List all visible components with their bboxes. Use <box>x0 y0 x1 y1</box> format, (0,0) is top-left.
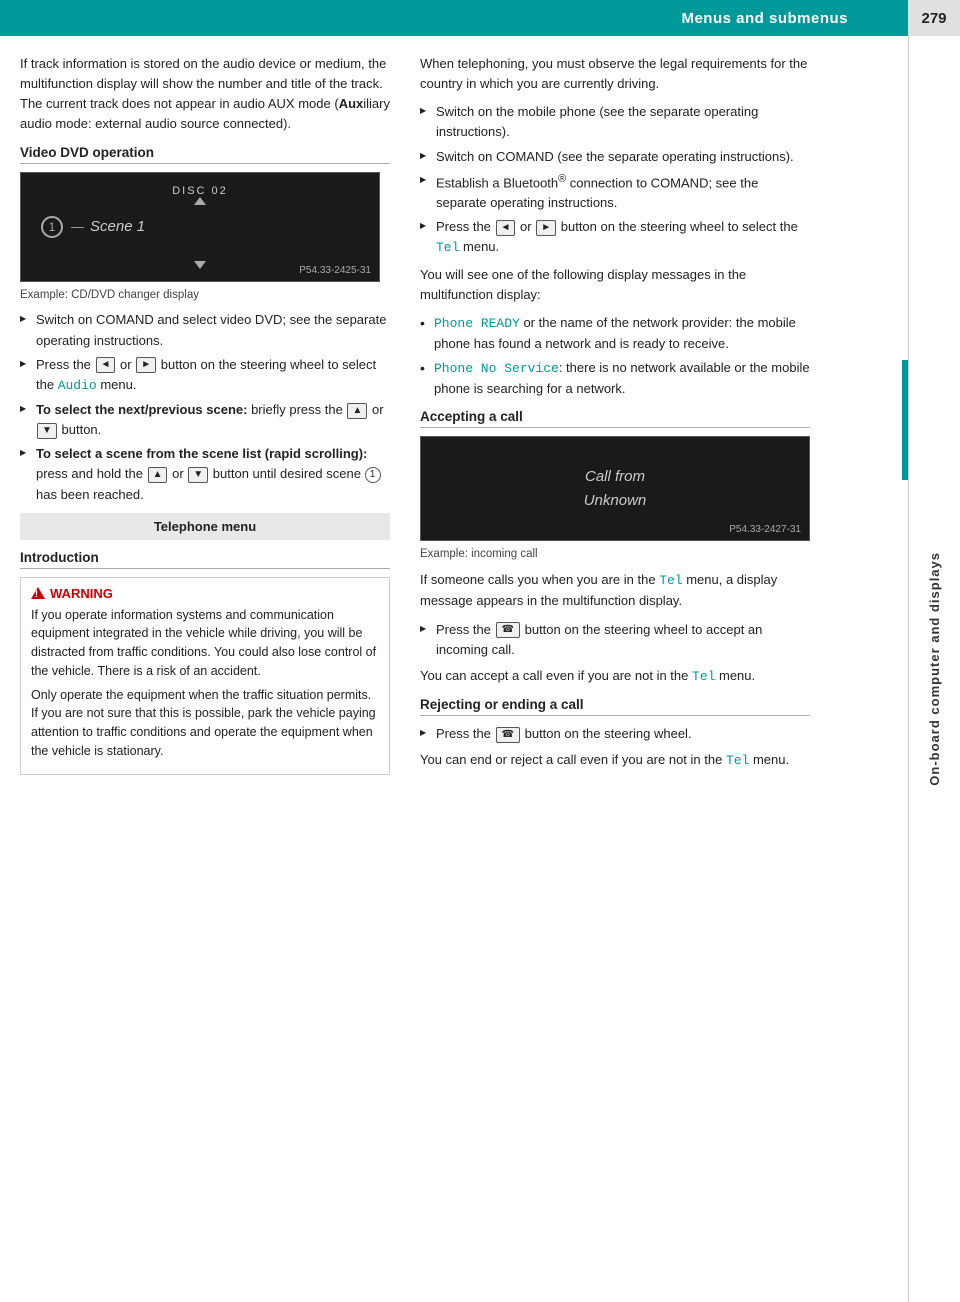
dvd-disc-label: DISC 02 <box>172 185 228 197</box>
bullet-item-4: To select a scene from the scene list (r… <box>20 444 390 504</box>
accepting-bullets: Press the ☎ button on the steering wheel… <box>420 620 810 660</box>
warning-label: WARNING <box>50 586 113 601</box>
left-column: If track information is stored on the au… <box>20 54 410 783</box>
display-msg-intro: You will see one of the following displa… <box>420 265 810 305</box>
warning-triangle-icon <box>31 587 45 599</box>
right-intro-paragraph: When telephoning, you must observe the l… <box>420 54 810 94</box>
dot-bullet-list: Phone READY or the name of the network p… <box>420 313 810 400</box>
video-dvd-heading: Video DVD operation <box>20 145 390 164</box>
call-display-text: Call from Unknown <box>584 465 647 513</box>
header-title: Menus and submenus <box>0 10 908 27</box>
video-dvd-bullets: Switch on COMAND and select video DVD; s… <box>20 310 390 504</box>
up-button-icon: ▲ <box>347 403 367 419</box>
tel-menu-label-1: Tel <box>436 240 459 255</box>
dvd-display: DISC 02 1 — Scene 1 P54.33-2425-31 <box>20 172 380 282</box>
warning-para-2: Only operate the equipment when the traf… <box>31 686 379 761</box>
next-button-icon: ► <box>136 357 156 373</box>
warning-para-1: If you operate information systems and c… <box>31 606 379 681</box>
up-hold-button-icon: ▲ <box>148 467 168 483</box>
bullet-item-3: To select the next/previous scene: brief… <box>20 400 390 440</box>
phone-no-service-label: Phone No Service <box>434 361 559 376</box>
reject-bullet-1: Press the ☎ button on the steering wheel… <box>420 724 810 744</box>
accepting-para-1: If someone calls you when you are in the… <box>420 570 810 611</box>
header-bar: Menus and submenus 279 <box>0 0 960 36</box>
bullet-item-2: Press the ◄ or ► button on the steering … <box>20 355 390 396</box>
call-caption: Example: incoming call <box>420 546 810 564</box>
dvd-caption: Example: CD/DVD changer display <box>20 287 390 305</box>
down-button-icon: ▼ <box>37 423 57 439</box>
call-display: Call from Unknown P54.33-2427-31 <box>420 436 810 541</box>
rejecting-bullets: Press the ☎ button on the steering wheel… <box>420 724 810 744</box>
right-steer-button-icon: ► <box>536 220 556 236</box>
sidebar-label-text: On-board computer and displays <box>927 552 942 786</box>
dvd-scene-row: 1 — Scene 1 <box>21 216 379 238</box>
down-hold-button-icon: ▼ <box>188 467 208 483</box>
right-bullet-2: Switch on COMAND (see the separate opera… <box>420 147 810 167</box>
tel-menu-label-2: Tel <box>659 573 682 588</box>
dvd-scene-number: 1 <box>41 216 63 238</box>
aux-bold: Aux <box>339 96 364 111</box>
main-content: If track information is stored on the au… <box>0 36 908 783</box>
rejecting-para: You can end or reject a call even if you… <box>420 750 810 771</box>
left-steer-button-icon: ◄ <box>496 220 516 236</box>
warning-box: WARNING If you operate information syste… <box>20 577 390 775</box>
bullet-item-1: Switch on COMAND and select video DVD; s… <box>20 310 390 350</box>
tel-menu-label-3: Tel <box>692 669 715 684</box>
call-unknown-line: Unknown <box>584 492 647 509</box>
right-bullet-4: Press the ◄ or ► button on the steering … <box>420 217 810 258</box>
telephone-menu-label: Telephone menu <box>20 513 390 540</box>
introduction-heading: Introduction <box>20 550 390 569</box>
dvd-up-arrow-icon <box>194 197 206 205</box>
end-call-button-icon: ☎ <box>496 727 520 743</box>
dot-bullet-1: Phone READY or the name of the network p… <box>420 313 810 354</box>
page-number: 279 <box>908 0 960 36</box>
right-bullet-1: Switch on the mobile phone (see the sepa… <box>420 102 810 142</box>
prev-button-icon: ◄ <box>96 357 116 373</box>
dvd-ref: P54.33-2425-31 <box>299 265 371 276</box>
audio-menu-label: Audio <box>58 378 97 393</box>
dvd-dash: — <box>71 219 84 234</box>
right-bullet-3: Establish a Bluetooth® connection to COM… <box>420 171 810 214</box>
accept-call-button-icon: ☎ <box>496 622 520 638</box>
sidebar-label: On-board computer and displays <box>908 36 960 1302</box>
call-from-line: Call from <box>585 468 645 485</box>
dvd-down-arrow-icon <box>194 261 206 269</box>
warning-title: WARNING <box>31 586 379 601</box>
call-ref: P54.33-2427-31 <box>729 524 801 535</box>
dvd-scene-label: Scene 1 <box>90 218 145 235</box>
accept-bullet-1: Press the ☎ button on the steering wheel… <box>420 620 810 660</box>
accepting-para-2: You can accept a call even if you are no… <box>420 666 810 687</box>
intro-paragraph: If track information is stored on the au… <box>20 54 390 135</box>
accepting-call-heading: Accepting a call <box>420 409 810 428</box>
rejecting-heading: Rejecting or ending a call <box>420 697 810 716</box>
phone-ready-label: Phone READY <box>434 316 520 331</box>
scene-circle-num: 1 <box>365 467 381 483</box>
dot-bullet-2: Phone No Service: there is no network av… <box>420 358 810 399</box>
right-column: When telephoning, you must observe the l… <box>410 54 810 783</box>
right-bullet-list: Switch on the mobile phone (see the sepa… <box>420 102 810 258</box>
tel-menu-label-4: Tel <box>726 753 749 768</box>
